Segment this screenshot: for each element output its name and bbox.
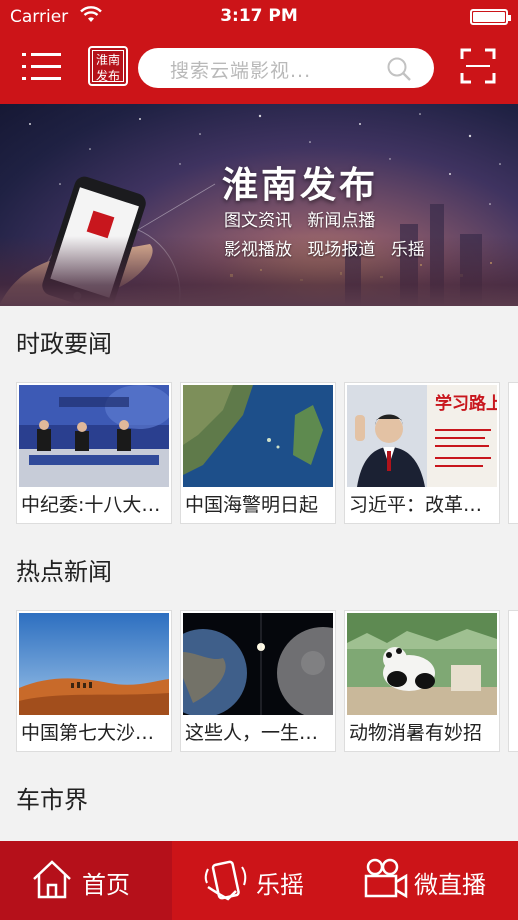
home-icon [33,860,71,899]
card-row: 中纪委:十八大以来 中国海警明日起 学习路上 习近平：改革开放 [16,382,518,526]
news-card[interactable]: 中国第七大沙漠现 [16,610,172,752]
section-title: 热点新闻 [16,558,112,586]
shake-phone-icon [204,860,247,901]
banner-link-5: 乐摇 [390,240,425,260]
card-row: 中国第七大沙漠现 这些人，一生都在 动物消暑有妙招 [16,610,518,754]
news-caption: 中纪委:十八大以来 [21,494,167,516]
news-card[interactable]: 学习路上 习近平：改革开放 [344,382,500,524]
news-thumbnail: 学习路上 [347,385,497,487]
news-thumbnail [347,613,497,715]
banner-link-1: 图文资讯 [224,211,292,231]
news-card-partial[interactable] [508,610,518,752]
news-caption: 动物消暑有妙招 [349,722,483,744]
section-hot-news: 热点新闻 中国第七大沙漠现 这些人，一生都在 动物消暑有妙招 [0,536,518,766]
bottom-tab-bar: 首页 乐摇 微直播 [0,841,518,920]
banner-link-4: 现场报道 [307,240,376,260]
news-thumbnail [183,613,333,715]
news-caption: 这些人，一生都在 [185,722,331,744]
news-card[interactable]: 动物消暑有妙招 [344,610,500,752]
tab-label: 微直播 [414,871,486,899]
banner-title: 淮南发布 [222,165,379,206]
app-logo: 淮南 发布 [88,46,128,86]
section-politics: 时政要闻 中纪委:十八大以来 中国海警明日起 学习路上 习近平：改革开放 [0,306,518,536]
news-card[interactable]: 这些人，一生都在 [180,610,336,752]
tab-label: 首页 [82,871,130,899]
news-thumbnail [19,385,169,487]
news-caption: 习近平：改革开放 [349,494,495,516]
tab-live[interactable]: 微直播 [344,841,518,920]
svg-text:学习路上: 学习路上 [435,393,497,414]
search-icon[interactable] [386,56,412,82]
menu-icon[interactable] [22,50,62,84]
news-thumbnail [19,613,169,715]
logo-line-1: 淮南 [95,53,120,67]
tab-shake[interactable]: 乐摇 [172,841,344,920]
logo-line-2: 发布 [95,69,120,83]
scan-icon[interactable] [460,48,496,84]
battery-icon [470,9,511,25]
search-placeholder: 搜索云端影视... [170,60,312,82]
banner-link-2: 新闻点播 [307,211,376,231]
status-bar: Carrier 3:17 PM [0,0,518,34]
news-card[interactable]: 中国海警明日起 [180,382,336,524]
news-card-partial[interactable] [508,382,518,524]
tab-home[interactable]: 首页 [0,841,172,920]
section-title: 车市界 [16,786,88,814]
news-caption: 中国海警明日起 [185,494,319,516]
video-camera-icon [364,858,408,899]
tab-label: 乐摇 [256,871,304,899]
top-nav-bar: 淮南 发布 搜索云端影视... [0,34,518,104]
news-card[interactable]: 中纪委:十八大以来 [16,382,172,524]
news-caption: 中国第七大沙漠现 [21,722,167,744]
news-thumbnail [183,385,333,487]
banner-features: 图文资讯 新闻点播 影视播放 现场报道 乐摇 [224,207,435,265]
search-bar[interactable]: 搜索云端影视... [138,48,434,88]
banner-link-3: 影视播放 [224,240,292,260]
promo-banner[interactable]: 淮南发布 图文资讯 新闻点播 影视播放 现场报道 乐摇 [0,104,518,306]
section-car-market: 车市界 [0,766,518,842]
clock: 3:17 PM [220,6,298,26]
section-title: 时政要闻 [16,330,112,358]
